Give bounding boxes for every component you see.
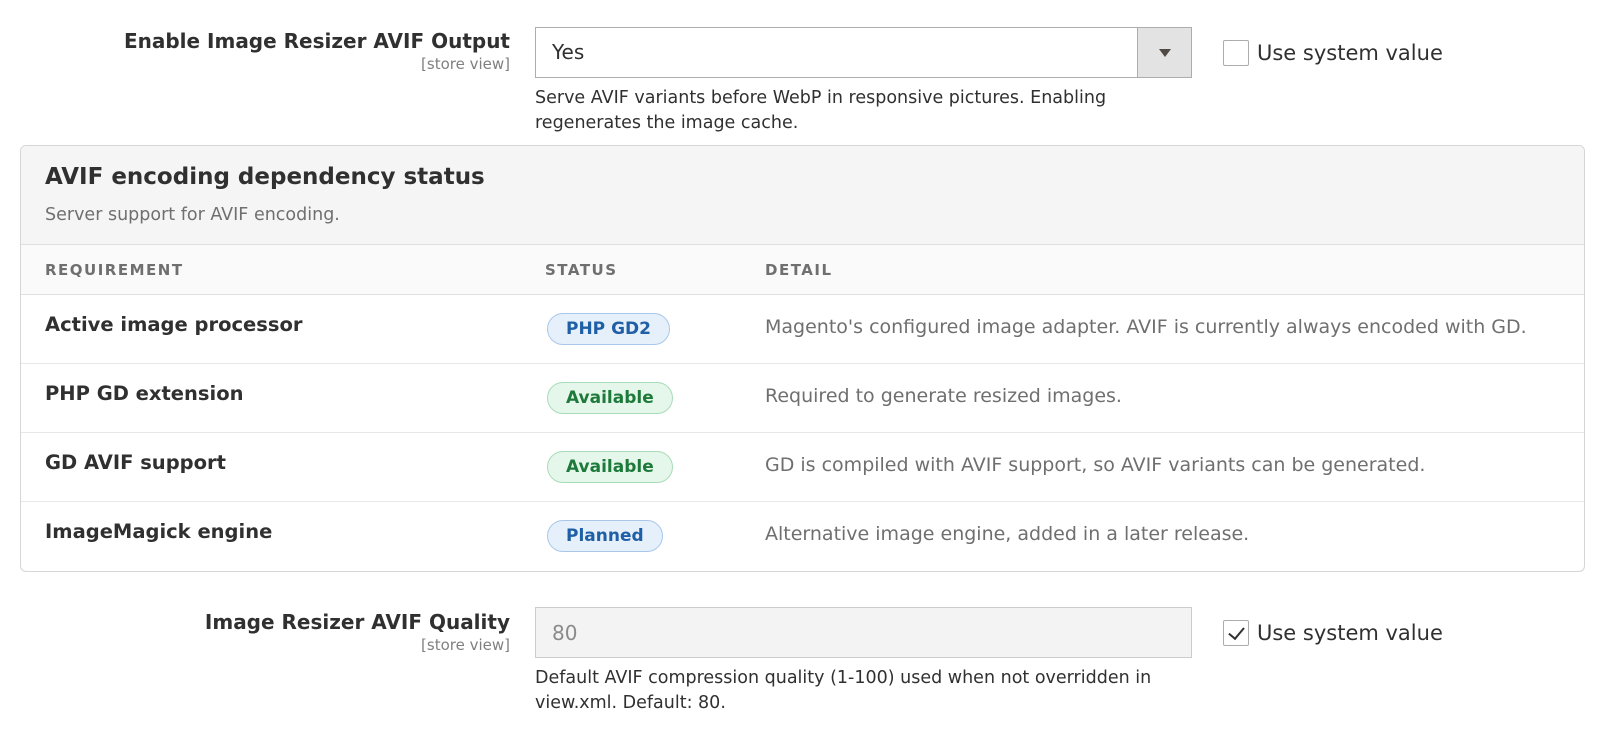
- panel-title: AVIF encoding dependency status: [45, 164, 485, 190]
- table-row: ImageMagick engine Planned Alternative i…: [21, 502, 1584, 571]
- avif-quality-use-system[interactable]: Use system value: [1223, 619, 1443, 647]
- status-badge: Available: [547, 382, 673, 414]
- avif-output-label: Enable Image Resizer AVIF Output: [123, 29, 510, 53]
- status-badge: Available: [547, 451, 673, 483]
- avif-quality-input[interactable]: 80: [535, 607, 1192, 658]
- status-badge: Planned: [547, 520, 663, 552]
- column-header-detail: DETAIL: [765, 261, 833, 279]
- detail-cell: GD is compiled with AVIF support, so AVI…: [765, 454, 1426, 476]
- status-badge: PHP GD2: [547, 313, 670, 345]
- avif-quality-note: Default AVIF compression quality (1-100)…: [535, 668, 1152, 713]
- avif-output-select[interactable]: Yes: [535, 27, 1192, 78]
- avif-output-note: Serve AVIF variants before WebP in respo…: [535, 88, 1107, 133]
- panel-header: AVIF encoding dependency status Server s…: [21, 146, 1584, 245]
- table-row: GD AVIF support Available GD is compiled…: [21, 433, 1584, 502]
- avif-output-use-system-label: Use system value: [1257, 41, 1443, 65]
- requirement-cell: PHP GD extension: [45, 382, 244, 405]
- panel-description: Server support for AVIF encoding.: [45, 205, 340, 225]
- avif-quality-input-value: 80: [552, 621, 578, 645]
- avif-quality-label: Image Resizer AVIF Quality: [204, 610, 510, 634]
- table-row: PHP GD extension Available Required to g…: [21, 364, 1584, 433]
- requirement-cell: GD AVIF support: [45, 451, 226, 474]
- avif-quality-label-group: Image Resizer AVIF Quality [store view]: [205, 608, 510, 654]
- avif-quality-use-system-label: Use system value: [1257, 621, 1443, 645]
- detail-cell: Alternative image engine, added in a lat…: [765, 523, 1250, 545]
- avif-output-use-system[interactable]: Use system value: [1223, 39, 1443, 67]
- avif-output-use-system-checkbox[interactable]: [1223, 40, 1249, 66]
- avif-quality-scope: [store view]: [421, 636, 510, 654]
- avif-output-select-toggle[interactable]: [1137, 28, 1191, 77]
- avif-output-select-value: Yes: [552, 40, 585, 64]
- avif-quality-use-system-checkbox[interactable]: [1223, 620, 1249, 646]
- table-row: Active image processor PHP GD2 Magento's…: [21, 295, 1584, 364]
- detail-cell: Required to generate resized images.: [765, 385, 1122, 407]
- avif-output-label-group: Enable Image Resizer AVIF Output [store …: [124, 27, 510, 73]
- avif-output-scope: [store view]: [421, 55, 510, 73]
- chevron-down-icon: [1159, 49, 1171, 57]
- requirement-cell: Active image processor: [45, 313, 303, 336]
- detail-cell: Magento's configured image adapter. AVIF…: [765, 316, 1527, 338]
- table-header: REQUIREMENT STATUS DETAIL: [21, 245, 1584, 295]
- column-header-requirement: REQUIREMENT: [45, 261, 184, 279]
- avif-dependency-status-panel: AVIF encoding dependency status Server s…: [20, 145, 1585, 572]
- column-header-status: STATUS: [545, 261, 618, 279]
- requirement-cell: ImageMagick engine: [45, 520, 273, 543]
